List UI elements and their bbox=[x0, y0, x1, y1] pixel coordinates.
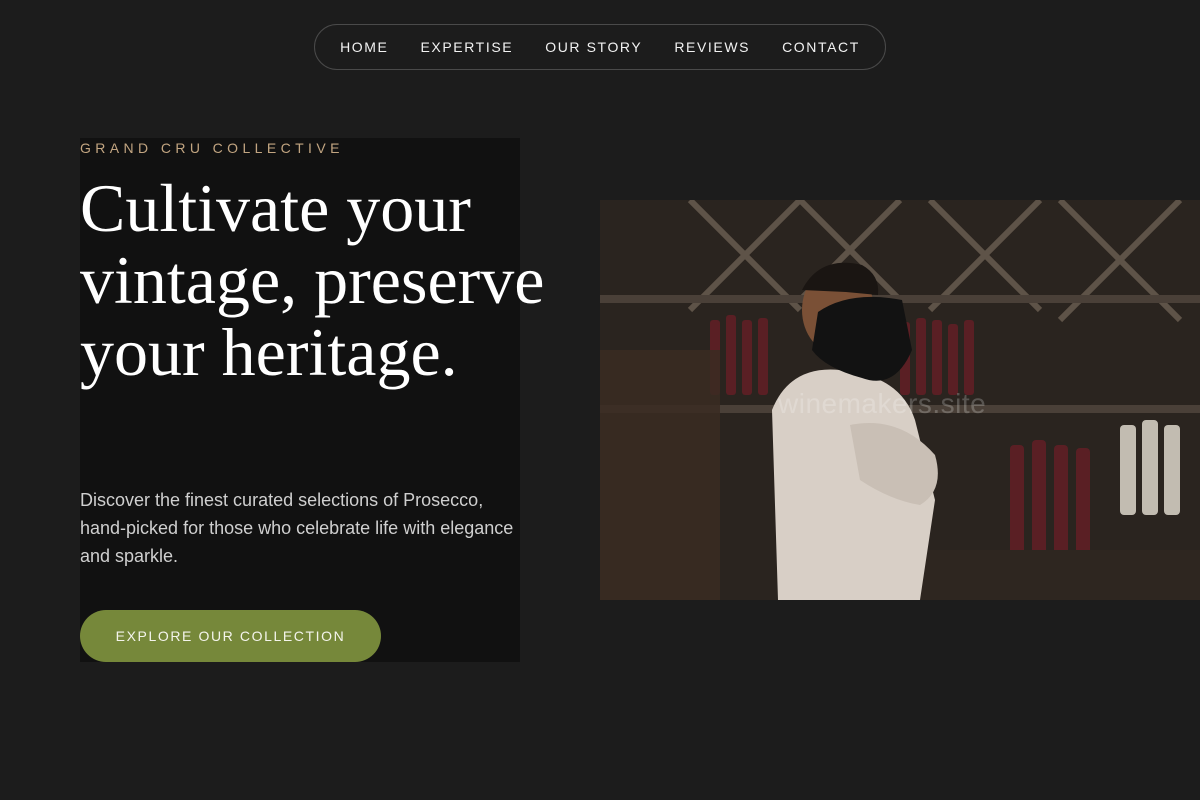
hero-headline: Cultivate your vintage, preserve your he… bbox=[80, 170, 545, 390]
hero-eyebrow: GRAND CRU COLLECTIVE bbox=[80, 140, 344, 156]
main-navigation: HOME EXPERTISE OUR STORY REVIEWS CONTACT bbox=[314, 24, 886, 70]
explore-collection-button[interactable]: EXPLORE OUR COLLECTION bbox=[80, 610, 381, 662]
nav-our-story-link[interactable]: OUR STORY bbox=[545, 39, 642, 55]
nav-home-link[interactable]: HOME bbox=[340, 39, 388, 55]
nav-contact-link[interactable]: CONTACT bbox=[782, 39, 860, 55]
nav-expertise-link[interactable]: EXPERTISE bbox=[420, 39, 513, 55]
nav-reviews-link[interactable]: REVIEWS bbox=[674, 39, 750, 55]
image-watermark: winemakers.site bbox=[778, 388, 987, 419]
wine-cellar-photo: . winemakers.site bbox=[600, 200, 1200, 600]
hero-description: Discover the finest curated selections o… bbox=[80, 490, 514, 566]
